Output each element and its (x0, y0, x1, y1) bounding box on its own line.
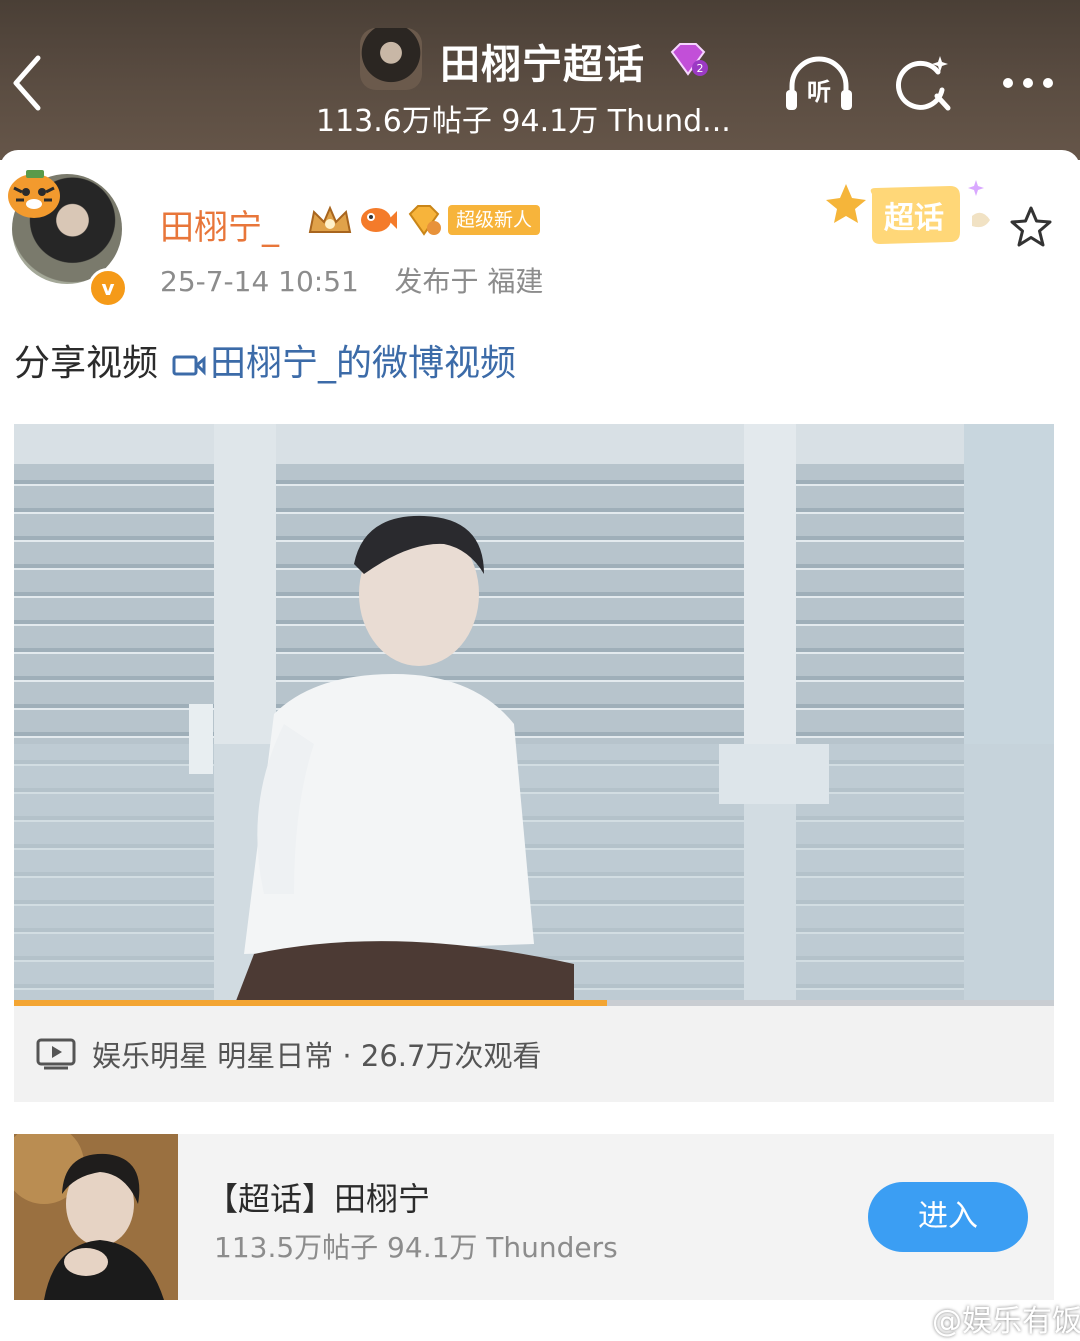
star-icon (1010, 206, 1052, 247)
video-info-text: 娱乐明星 明星日常 · 26.7万次观看 (92, 1039, 542, 1073)
enter-button[interactable]: 进入 (868, 1182, 1028, 1252)
post-timestamp: 25-7-14 10:51 (160, 265, 359, 298)
more-button[interactable] (996, 52, 1066, 114)
svg-text:超话: 超话 (884, 201, 944, 236)
video-camera-icon (172, 355, 206, 376)
search-icon (896, 56, 951, 111)
fish-badge-icon (361, 208, 397, 232)
back-button[interactable] (6, 50, 50, 116)
more-icon (1003, 78, 1053, 88)
search-button[interactable] (890, 52, 960, 114)
supertopic-avatar (360, 28, 422, 90)
page-title: 田栩宁超话 (440, 42, 645, 88)
weibo-logo-icon (889, 1309, 930, 1339)
post-card: v 田栩宁_ 超级新人 25-7-14 10:51 发布于 福建 超话 分享视频… (0, 150, 1080, 1341)
svg-text:听: 听 (807, 78, 831, 106)
crown-badge-icon (308, 205, 352, 233)
post-text-prefix: 分享视频 (14, 343, 159, 384)
verified-badge-icon: v (88, 268, 128, 308)
post-text: 分享视频 田栩宁_的微博视频 (14, 334, 516, 386)
listen-icon: 听 (786, 56, 852, 110)
video-frame-image (14, 424, 1054, 1006)
video-player[interactable] (14, 424, 1054, 1006)
diamond-level-icon: 2 (670, 43, 708, 76)
post-location: 发布于 福建 (394, 265, 544, 298)
supertopic-cover-image (14, 1134, 178, 1300)
supertopic-card[interactable]: 【超话】田栩宁 113.5万帖子 94.1万 Thunders 进入 (14, 1134, 1054, 1300)
top-bar: 田栩宁超话 2 113.6万帖子 94.1万 Thund... 听 (0, 0, 1080, 160)
back-icon (13, 55, 41, 111)
supertopic-title: 【超话】田栩宁 (206, 1180, 431, 1218)
page-subtitle: 113.6万帖子 94.1万 Thund... (316, 104, 731, 139)
svg-text:2: 2 (697, 62, 704, 75)
listen-button[interactable]: 听 (784, 52, 854, 114)
super-newbie-badge: 超级新人 (448, 205, 541, 235)
video-link[interactable]: 田栩宁_的微博视频 (158, 343, 516, 384)
tiger-avatar-decoration-icon (8, 170, 60, 218)
video-play-icon (36, 1038, 76, 1070)
post-meta: 25-7-14 10:51 发布于 福建 (160, 260, 543, 300)
watermark: @娱乐有饭 (888, 1296, 1080, 1340)
video-info-bar: 娱乐明星 明星日常 · 26.7万次观看 (14, 1006, 1054, 1102)
supertopic-stats: 113.5万帖子 94.1万 Thunders (214, 1231, 618, 1264)
username[interactable]: 田栩宁_ (160, 200, 279, 249)
favorite-button[interactable] (1008, 204, 1054, 250)
diamond-badge-icon (408, 205, 441, 236)
supertopic-tag[interactable]: 超话 (826, 176, 996, 256)
